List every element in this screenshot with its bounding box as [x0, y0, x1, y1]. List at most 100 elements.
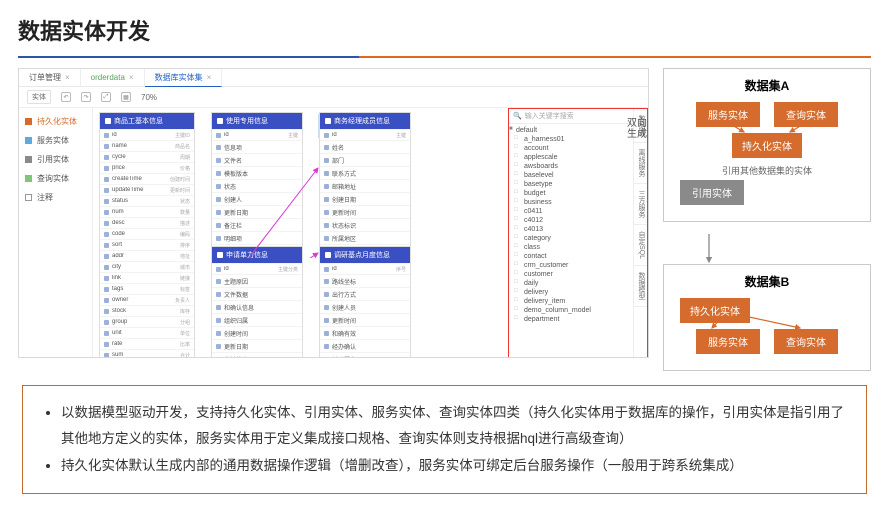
- field-row[interactable]: 更新时间: [320, 313, 410, 326]
- field-row[interactable]: price价格: [100, 162, 194, 173]
- tree-item[interactable]: demo_column_model: [510, 306, 632, 315]
- datasource-tree[interactable]: default a_harness01accountapplescaleawsb…: [509, 124, 633, 326]
- field-row[interactable]: id主键: [212, 129, 302, 140]
- field-row[interactable]: createTime创建时间: [100, 173, 194, 184]
- field-row[interactable]: 更新时间: [320, 205, 410, 218]
- field-row[interactable]: group分组: [100, 316, 194, 327]
- field-row[interactable]: num数量: [100, 206, 194, 217]
- field-row[interactable]: 组织归属: [212, 313, 302, 326]
- undo-icon[interactable]: ↶: [61, 92, 71, 102]
- tree-item[interactable]: class: [510, 243, 632, 252]
- entity-card[interactable]: 调研基点月度信息 id序号路线坐标出行方式创建人员更新时间和确有效经办确认关联服…: [319, 246, 411, 358]
- vtab-thirdparty[interactable]: 三方服务: [634, 184, 647, 225]
- tree-item[interactable]: department: [510, 315, 632, 324]
- field-row[interactable]: id序号: [320, 263, 410, 274]
- field-row[interactable]: owner负责人: [100, 294, 194, 305]
- field-row[interactable]: id主键ID: [100, 129, 194, 140]
- field-row[interactable]: link链接: [100, 272, 194, 283]
- tab-order-mgmt[interactable]: 订单管理×: [19, 69, 81, 86]
- field-row[interactable]: 主题原因: [212, 274, 302, 287]
- redo-icon[interactable]: ↷: [81, 92, 91, 102]
- field-row[interactable]: id主键: [320, 129, 410, 140]
- sidebar-item-query[interactable]: 查询实体: [19, 169, 92, 188]
- model-canvas[interactable]: 商品工基本信息 id主键IDname商品名cycle周期price价格creat…: [93, 108, 508, 358]
- tree-item[interactable]: applescale: [510, 153, 632, 162]
- mode-select[interactable]: 实体: [27, 90, 51, 104]
- tree-item[interactable]: delivery: [510, 288, 632, 297]
- field-row[interactable]: code编码: [100, 228, 194, 239]
- tree-item[interactable]: a_harness01: [510, 135, 632, 144]
- field-row[interactable]: 状态标识: [320, 218, 410, 231]
- tree-item[interactable]: c4013: [510, 225, 632, 234]
- tab-orderdata[interactable]: orderdata×: [81, 69, 145, 86]
- field-row[interactable]: 创建人员: [320, 300, 410, 313]
- field-row[interactable]: 信息项: [212, 140, 302, 153]
- field-row[interactable]: 当前状态: [212, 352, 302, 358]
- vtab-model[interactable]: 数据模型: [634, 266, 647, 307]
- tree-item[interactable]: customer: [510, 270, 632, 279]
- sidebar-item-persist[interactable]: 持久化实体: [19, 112, 92, 131]
- field-row[interactable]: status状态: [100, 195, 194, 206]
- tree-item[interactable]: basetype: [510, 180, 632, 189]
- field-row[interactable]: 创建日期: [320, 192, 410, 205]
- tree-item[interactable]: crm_customer: [510, 261, 632, 270]
- search-input[interactable]: 🔍输入关键字搜索: [509, 109, 633, 124]
- close-icon[interactable]: ×: [129, 73, 134, 82]
- tree-root[interactable]: default: [510, 126, 632, 135]
- tree-item[interactable]: c4012: [510, 216, 632, 225]
- sidebar-item-comment[interactable]: 注释: [19, 188, 92, 207]
- field-row[interactable]: 更新日期: [212, 339, 302, 352]
- field-row[interactable]: 文件数据: [212, 287, 302, 300]
- entity-card[interactable]: 申请单力信息 id主键分类主题原因文件数据和确认信息组织归属创建时间更新日期当前…: [211, 246, 303, 358]
- field-row[interactable]: unit单位: [100, 327, 194, 338]
- field-row[interactable]: 和确有效: [320, 326, 410, 339]
- field-row[interactable]: 文件名: [212, 153, 302, 166]
- tab-entityset[interactable]: 数据库实体集×: [145, 69, 223, 87]
- field-row[interactable]: rate比率: [100, 338, 194, 349]
- field-row[interactable]: 更新日期: [212, 205, 302, 218]
- field-row[interactable]: sum合计: [100, 349, 194, 358]
- field-row[interactable]: 关联服务: [320, 352, 410, 358]
- field-row[interactable]: 邮箱地址: [320, 179, 410, 192]
- field-row[interactable]: 路线坐标: [320, 274, 410, 287]
- field-row[interactable]: 出行方式: [320, 287, 410, 300]
- field-row[interactable]: 备注栏: [212, 218, 302, 231]
- tree-item[interactable]: c0411: [510, 207, 632, 216]
- sidebar-item-ref[interactable]: 引用实体: [19, 150, 92, 169]
- tree-item[interactable]: contact: [510, 252, 632, 261]
- fit-icon[interactable]: ⤢: [101, 92, 111, 102]
- tree-item[interactable]: category: [510, 234, 632, 243]
- field-row[interactable]: 明细项: [212, 231, 302, 244]
- field-row[interactable]: 模板版本: [212, 166, 302, 179]
- vtab-offline[interactable]: 离线服务: [634, 143, 647, 184]
- entity-card[interactable]: 商品工基本信息 id主键IDname商品名cycle周期price价格creat…: [99, 112, 195, 358]
- tree-item[interactable]: account: [510, 144, 632, 153]
- tree-item[interactable]: budget: [510, 189, 632, 198]
- field-row[interactable]: 所属地区: [320, 231, 410, 244]
- field-row[interactable]: stock库存: [100, 305, 194, 316]
- tree-item[interactable]: baselevel: [510, 171, 632, 180]
- close-icon[interactable]: ×: [65, 73, 70, 82]
- field-row[interactable]: id主键分类: [212, 263, 302, 274]
- tree-item[interactable]: business: [510, 198, 632, 207]
- field-row[interactable]: 创建时间: [212, 326, 302, 339]
- field-row[interactable]: city城市: [100, 261, 194, 272]
- field-row[interactable]: 状态: [212, 179, 302, 192]
- field-row[interactable]: desc描述: [100, 217, 194, 228]
- tree-item[interactable]: awsboards: [510, 162, 632, 171]
- field-row[interactable]: 和确认信息: [212, 300, 302, 313]
- field-row[interactable]: addr地址: [100, 250, 194, 261]
- field-row[interactable]: 姓名: [320, 140, 410, 153]
- close-icon[interactable]: ×: [207, 73, 212, 82]
- tree-item[interactable]: daily: [510, 279, 632, 288]
- layout-icon[interactable]: ▦: [121, 92, 131, 102]
- field-row[interactable]: 经办确认: [320, 339, 410, 352]
- field-row[interactable]: 联系方式: [320, 166, 410, 179]
- field-row[interactable]: updateTime更新时间: [100, 184, 194, 195]
- tree-item[interactable]: delivery_item: [510, 297, 632, 306]
- field-row[interactable]: tags标签: [100, 283, 194, 294]
- field-row[interactable]: 部门: [320, 153, 410, 166]
- field-row[interactable]: cycle周期: [100, 151, 194, 162]
- sidebar-item-service[interactable]: 服务实体: [19, 131, 92, 150]
- field-row[interactable]: name商品名: [100, 140, 194, 151]
